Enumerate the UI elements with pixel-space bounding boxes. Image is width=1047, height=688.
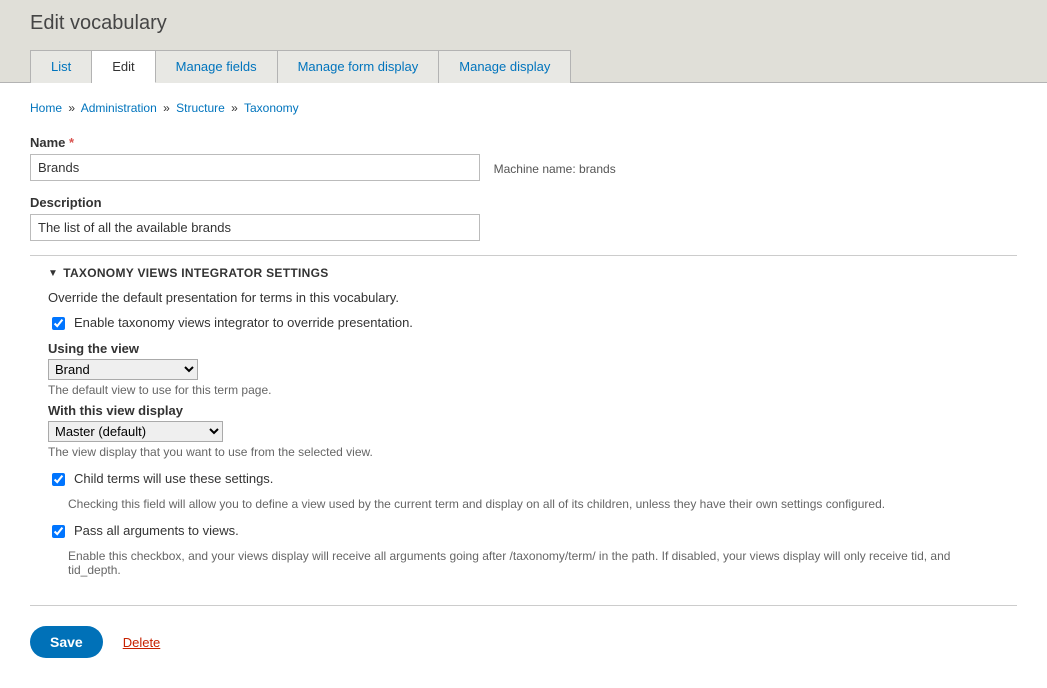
child-label[interactable]: Child terms will use these settings. — [74, 471, 273, 486]
display-desc: The view display that you want to use fr… — [48, 445, 999, 459]
breadcrumb: Home » Administration » Structure » Taxo… — [30, 101, 1017, 115]
child-row: Child terms will use these settings. — [48, 471, 999, 489]
pass-args-block: Pass all arguments to views. Enable this… — [48, 523, 999, 577]
child-checkbox[interactable] — [52, 473, 65, 486]
page-title: Edit vocabulary — [30, 12, 1017, 35]
machine-name-value: brands — [579, 162, 616, 176]
tvi-enable-row: Enable taxonomy views integrator to over… — [48, 315, 999, 333]
breadcrumb-sep: » — [68, 101, 75, 115]
using-view-label: Using the view — [48, 341, 999, 356]
child-desc: Checking this field will allow you to de… — [68, 497, 999, 511]
using-view-desc: The default view to use for this term pa… — [48, 383, 999, 397]
tvi-intro: Override the default presentation for te… — [48, 290, 999, 305]
tvi-fieldset: ▼ TAXONOMY VIEWS INTEGRATOR SETTINGS Ove… — [30, 255, 1017, 606]
description-label: Description — [30, 195, 1017, 210]
pass-args-row: Pass all arguments to views. — [48, 523, 999, 541]
delete-link[interactable]: Delete — [123, 635, 161, 650]
pass-args-desc: Enable this checkbox, and your views dis… — [68, 549, 999, 577]
machine-name-label: Machine name: — [494, 162, 576, 176]
tvi-enable-label[interactable]: Enable taxonomy views integrator to over… — [74, 315, 413, 330]
breadcrumb-taxonomy[interactable]: Taxonomy — [244, 101, 299, 115]
using-view-select[interactable]: Brand — [48, 359, 198, 380]
name-row: Name * Machine name: brands — [30, 135, 1017, 181]
tab-manage-display[interactable]: Manage display — [439, 50, 571, 83]
breadcrumb-sep: » — [231, 101, 238, 115]
content: Home » Administration » Structure » Taxo… — [0, 83, 1047, 688]
description-row: Description — [30, 195, 1017, 241]
save-button[interactable]: Save — [30, 626, 103, 658]
header-bar: Edit vocabulary List Edit Manage fields … — [0, 0, 1047, 83]
breadcrumb-admin[interactable]: Administration — [81, 101, 157, 115]
tab-list[interactable]: List — [30, 50, 92, 83]
name-label: Name * — [30, 135, 1017, 150]
description-input[interactable] — [30, 214, 480, 241]
child-block: Child terms will use these settings. Che… — [48, 471, 999, 511]
tvi-legend[interactable]: ▼ TAXONOMY VIEWS INTEGRATOR SETTINGS — [48, 266, 999, 280]
required-marker: * — [69, 135, 74, 150]
breadcrumb-home[interactable]: Home — [30, 101, 62, 115]
tab-manage-form-display[interactable]: Manage form display — [278, 50, 440, 83]
breadcrumb-structure[interactable]: Structure — [176, 101, 225, 115]
name-input[interactable] — [30, 154, 480, 181]
pass-args-checkbox[interactable] — [52, 525, 65, 538]
tab-edit[interactable]: Edit — [92, 50, 155, 83]
breadcrumb-sep: » — [163, 101, 170, 115]
primary-tabs: List Edit Manage fields Manage form disp… — [30, 49, 1017, 82]
pass-args-label[interactable]: Pass all arguments to views. — [74, 523, 239, 538]
tvi-enable-checkbox[interactable] — [52, 317, 65, 330]
name-label-text: Name — [30, 135, 65, 150]
actions: Save Delete — [30, 626, 1017, 658]
tab-manage-fields[interactable]: Manage fields — [156, 50, 278, 83]
machine-name: Machine name: brands — [494, 162, 616, 176]
collapse-arrow-icon: ▼ — [48, 268, 58, 279]
display-label: With this view display — [48, 403, 999, 418]
display-select[interactable]: Master (default) — [48, 421, 223, 442]
tvi-legend-text: TAXONOMY VIEWS INTEGRATOR SETTINGS — [63, 266, 328, 280]
